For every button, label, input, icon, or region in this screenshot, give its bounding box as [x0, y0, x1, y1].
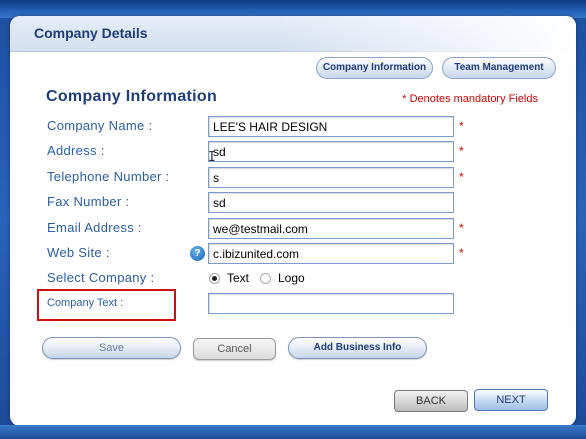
- company-text-label: Company Text :: [47, 297, 124, 309]
- email-label: Email Address :: [47, 220, 142, 235]
- tab-company-information[interactable]: Company Information: [316, 57, 433, 79]
- company-text-input[interactable]: [208, 293, 454, 314]
- address-label: Address :: [47, 143, 105, 158]
- panel-header: Company Details: [10, 16, 576, 52]
- company-details-panel: Company Details Company Information Team…: [10, 16, 576, 426]
- company-name-label: Company Name :: [47, 118, 153, 133]
- company-name-input[interactable]: LEE'S HAIR DESIGN: [208, 116, 454, 137]
- add-business-info-button[interactable]: Add Business Info: [288, 337, 427, 359]
- website-label: Web Site :: [47, 245, 110, 260]
- cancel-button[interactable]: Cancel: [193, 338, 276, 360]
- radio-text-label: Text: [227, 271, 250, 285]
- radio-logo-label: Logo: [278, 271, 305, 285]
- next-button[interactable]: NEXT: [474, 389, 548, 411]
- window-frame-bottom: [0, 425, 586, 439]
- fax-input[interactable]: sd: [208, 192, 454, 213]
- email-input[interactable]: we@testmail.com: [208, 218, 454, 239]
- page-title: Company Details: [34, 25, 148, 41]
- section-title: Company Information: [46, 88, 218, 105]
- save-button[interactable]: Save: [42, 337, 181, 359]
- tab-team-management[interactable]: Team Management: [442, 57, 556, 79]
- fax-label: Fax Number :: [47, 194, 130, 209]
- help-icon[interactable]: ?: [190, 246, 205, 261]
- company-name-required-marker: *: [459, 119, 464, 133]
- email-required-marker: *: [459, 221, 464, 235]
- website-required-marker: *: [459, 246, 464, 260]
- website-input[interactable]: c.ibizunited.com: [208, 243, 454, 264]
- back-button[interactable]: BACK: [394, 390, 468, 412]
- select-company-label: Select Company :: [47, 270, 155, 285]
- text-cursor-icon: I: [208, 150, 216, 165]
- radio-text[interactable]: [209, 273, 220, 284]
- address-input[interactable]: sd: [208, 141, 454, 162]
- address-required-marker: *: [459, 144, 464, 158]
- mandatory-fields-note: * Denotes mandatory Fields: [402, 93, 538, 105]
- telephone-required-marker: *: [459, 170, 464, 184]
- telephone-input[interactable]: s: [208, 167, 454, 188]
- radio-logo[interactable]: [260, 273, 271, 284]
- telephone-label: Telephone Number :: [47, 169, 170, 184]
